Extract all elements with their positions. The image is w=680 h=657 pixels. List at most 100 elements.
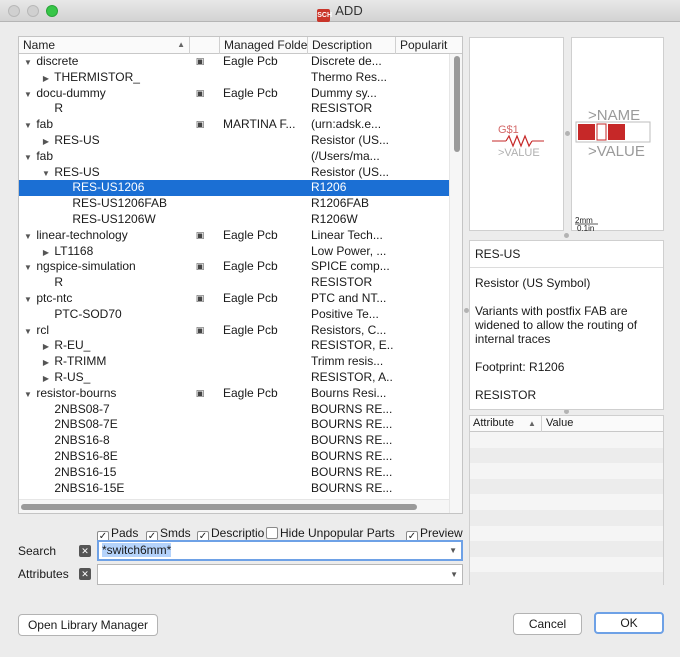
table-row[interactable]: ▼ ptc-ntc ▣ Eagle Pcb PTC and NT... (19, 291, 449, 307)
collapsed-arrow-icon[interactable]: ▶ (41, 339, 51, 355)
row-name: fab (36, 117, 54, 132)
table-row[interactable]: R RESISTOR (19, 275, 449, 291)
table-row[interactable]: 2NBS08-7 BOURNS RE... (19, 402, 449, 418)
table-row[interactable]: ▶ R-EU_ RESISTOR, E... (19, 338, 449, 354)
search-input[interactable]: *switch6mm* ▼ (97, 540, 463, 561)
row-description: Linear Tech... (311, 227, 383, 242)
table-row[interactable]: ▼ fab (/Users/ma... (19, 149, 449, 165)
checkbox-icon (266, 527, 278, 539)
expanded-arrow-icon[interactable]: ▼ (23, 260, 33, 276)
smds-label: Smds (160, 526, 191, 540)
vertical-scroll-thumb[interactable] (454, 56, 460, 152)
table-row[interactable]: ▼ resistor-bourns ▣ Eagle Pcb Bourns Resi..… (19, 386, 449, 402)
table-row[interactable]: ▶ R-US_ RESISTOR, A... (19, 370, 449, 386)
row-name-cell: R (19, 275, 191, 291)
clear-search-icon[interactable]: ✕ (79, 545, 91, 557)
hide-unpopular-checkbox[interactable]: Hide Unpopular Parts (266, 526, 395, 540)
row-name: R (54, 101, 64, 116)
table-row[interactable]: ▶ RES-US Resistor (US... (19, 133, 449, 149)
table-row[interactable]: 2NBS16-8 BOURNS RE... (19, 433, 449, 449)
row-name: R-EU_ (54, 338, 91, 353)
symbol-name-text: G$1 (498, 124, 519, 136)
table-row[interactable]: 2NBS08-7E BOURNS RE... (19, 417, 449, 433)
row-name-cell: ▶ R-TRIMM (19, 354, 191, 371)
row-managed-folder: Eagle Pcb (223, 322, 278, 337)
horizontal-scroll-thumb[interactable] (21, 504, 417, 510)
device-value: RESISTOR (475, 388, 537, 402)
table-row[interactable]: ▼ rcl ▣ Eagle Pcb Resistors, C... (19, 323, 449, 339)
attributes-table[interactable]: Attribute ▲ Value (469, 415, 664, 588)
expanded-arrow-icon[interactable]: ▼ (23, 150, 33, 166)
table-row[interactable]: 2NBS16-8E BOURNS RE... (19, 449, 449, 465)
expanded-arrow-icon[interactable]: ▼ (23, 87, 33, 103)
row-name: PTC-SOD70 (54, 306, 122, 321)
table-row[interactable]: RES-US1206FAB R1206FAB (19, 196, 449, 212)
table-row[interactable]: RES-US1206 R1206 (19, 180, 449, 197)
expanded-arrow-icon[interactable]: ▼ (23, 324, 33, 340)
table-row[interactable]: ▼ linear-technology ▣ Eagle Pcb Linear Tech… (19, 228, 449, 244)
expanded-arrow-icon[interactable]: ▼ (23, 229, 33, 245)
row-name-cell: ▼ resistor-bourns (19, 386, 191, 403)
row-managed-folder: Eagle Pcb (223, 54, 278, 68)
package-value-text: >VALUE (588, 143, 645, 160)
column-header-attribute[interactable]: Attribute (473, 416, 514, 431)
expanded-arrow-icon[interactable]: ▼ (23, 292, 33, 308)
column-header-popularity[interactable]: Popularit (396, 37, 456, 54)
ok-button[interactable]: OK (594, 612, 664, 634)
table-row[interactable]: PTC-SOD70 Positive Te... (19, 307, 449, 323)
row-name: ngspice-simulation (36, 259, 136, 274)
table-row[interactable]: RES-US1206W R1206W (19, 212, 449, 228)
table-row[interactable]: ▼ discrete ▣ Eagle Pcb Discrete de... (19, 54, 449, 70)
attributes-input[interactable]: ▼ (97, 564, 463, 585)
table-row[interactable]: 2NBS16-15 BOURNS RE... (19, 465, 449, 481)
column-header-description[interactable]: Description (308, 37, 396, 54)
collapsed-arrow-icon[interactable]: ▶ (41, 355, 51, 371)
table-row[interactable]: ▼ RES-US Resistor (US... (19, 165, 449, 181)
symbol-preview: G$1 >VALUE (469, 37, 564, 231)
table-row[interactable]: ▶ R-TRIMM Trimm resis... (19, 354, 449, 370)
horizontal-scrollbar[interactable] (19, 499, 449, 513)
column-header-lock[interactable] (190, 37, 220, 54)
row-managed-folder: Eagle Pcb (223, 85, 278, 100)
row-name-cell: ▼ fab (19, 117, 191, 134)
expanded-arrow-icon[interactable]: ▼ (23, 55, 33, 71)
chevron-down-icon[interactable]: ▼ (450, 565, 458, 584)
row-name: RES-US (54, 164, 100, 179)
row-name: linear-technology (36, 227, 128, 242)
vertical-scrollbar[interactable] (449, 54, 462, 513)
table-row[interactable]: 2NBS16-15E BOURNS RE... (19, 481, 449, 497)
table-row[interactable]: R RESISTOR (19, 101, 449, 117)
row-name: 2NBS08-7E (54, 417, 118, 432)
table-row[interactable]: ▼ fab ▣ MARTINA F... (urn:adsk.e... (19, 117, 449, 133)
row-description: Resistor (US... (311, 164, 390, 179)
scale-sub-text: 0.1in (577, 224, 594, 232)
expanded-arrow-icon[interactable]: ▼ (23, 118, 33, 134)
row-description: Discrete de... (311, 54, 382, 68)
table-row[interactable]: ▶ THERMISTOR_ Thermo Res... (19, 70, 449, 86)
collapsed-arrow-icon[interactable]: ▶ (41, 245, 51, 261)
table-row[interactable]: ▼ docu-dummy ▣ Eagle Pcb Dummy sy... (19, 86, 449, 102)
expanded-arrow-icon[interactable]: ▼ (23, 387, 33, 403)
table-row[interactable]: ▶ LT1168 Low Power, ... (19, 244, 449, 260)
row-name: docu-dummy (36, 85, 106, 100)
expanded-arrow-icon[interactable]: ▼ (41, 166, 51, 182)
column-header-managed-folder[interactable]: Managed Folde (220, 37, 308, 54)
clear-attributes-icon[interactable]: ✕ (79, 568, 91, 580)
library-tree-table[interactable]: Name ▲ Managed Folde Description Popular… (18, 36, 463, 514)
row-name-cell: ▼ fab (19, 149, 191, 166)
preview-splitter-handle[interactable] (565, 131, 570, 136)
chevron-down-icon[interactable]: ▼ (449, 542, 457, 559)
row-name: rcl (36, 322, 50, 337)
lock-icon: ▣ (195, 87, 205, 98)
column-header-value[interactable]: Value (546, 416, 573, 431)
open-library-manager-button[interactable]: Open Library Manager (18, 614, 158, 636)
lock-icon: ▣ (195, 387, 205, 398)
collapsed-arrow-icon[interactable]: ▶ (41, 134, 51, 150)
table-row[interactable]: ▼ ngspice-simulation ▣ Eagle Pcb SPICE comp… (19, 259, 449, 275)
collapsed-arrow-icon[interactable]: ▶ (41, 371, 51, 387)
collapsed-arrow-icon[interactable]: ▶ (41, 71, 51, 87)
row-name: 2NBS16-8 (54, 433, 110, 448)
cancel-button[interactable]: Cancel (513, 613, 582, 635)
preview-info-splitter-handle[interactable] (564, 233, 569, 238)
column-header-name[interactable]: Name ▲ (19, 37, 190, 54)
